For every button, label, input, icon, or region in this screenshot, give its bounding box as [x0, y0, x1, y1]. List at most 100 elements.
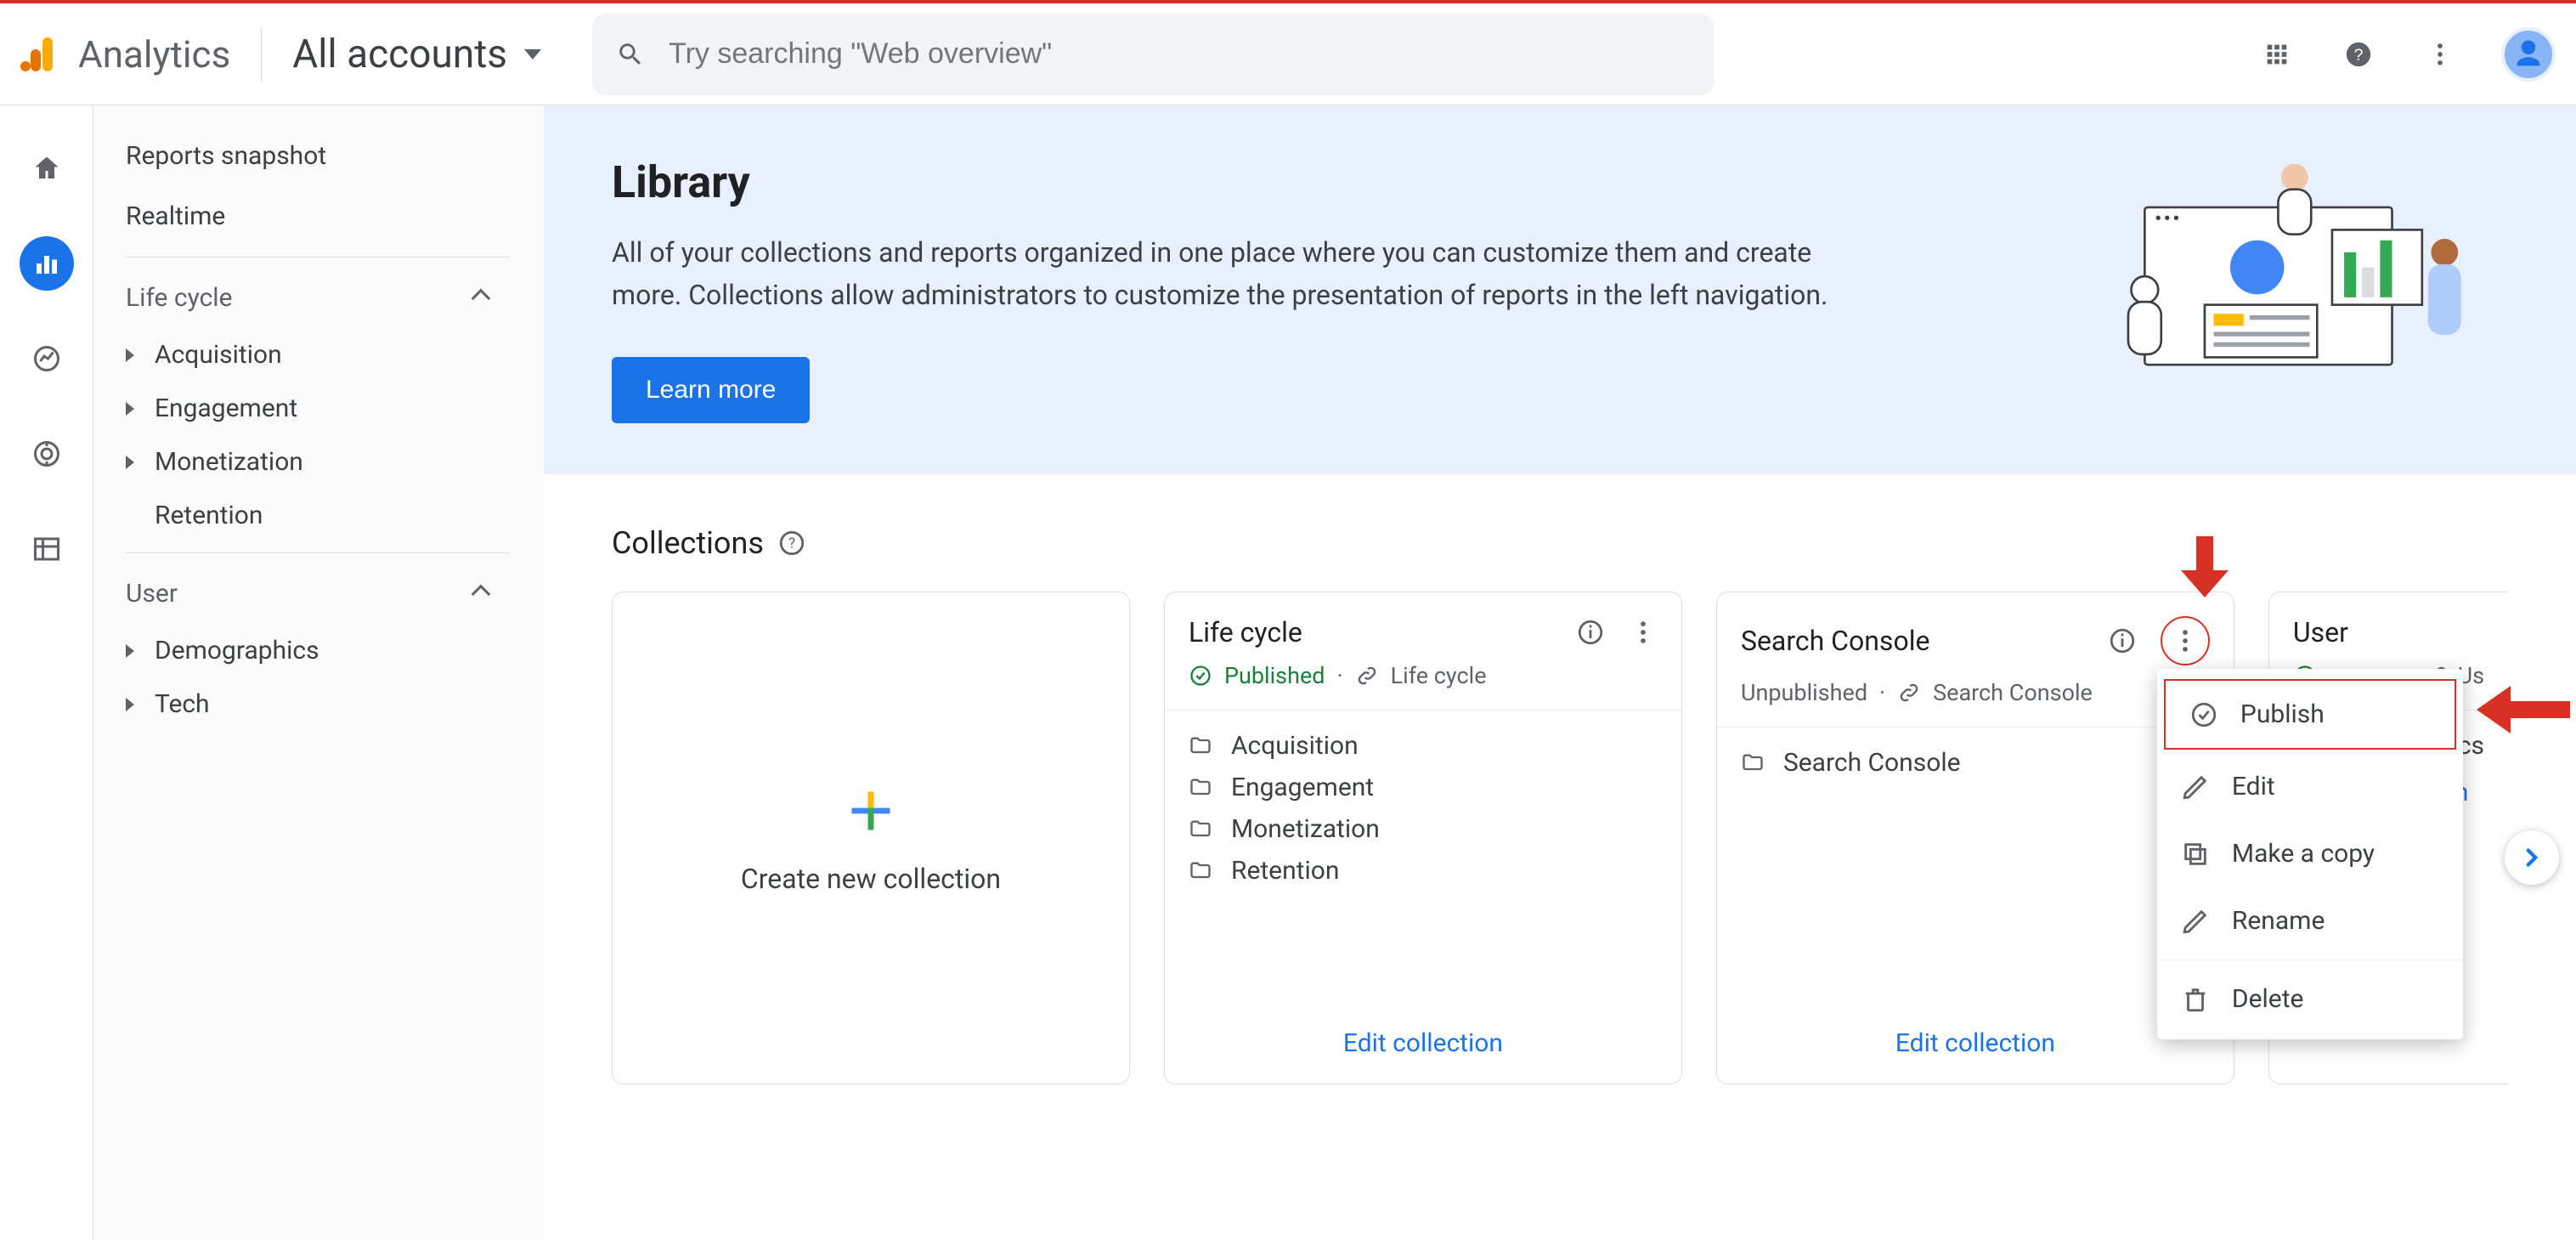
item-label: Monetization [1231, 814, 1380, 844]
sidebar-section-life-cycle[interactable]: Life cycle [110, 268, 510, 328]
help-icon: ? [2344, 40, 2373, 69]
folder-icon [1189, 734, 1212, 758]
edit-collection-link[interactable]: Edit collection [1895, 1028, 2055, 1058]
triangle-icon [126, 644, 134, 658]
link-icon [1897, 681, 1921, 705]
sidebar-item-tech[interactable]: Tech [110, 677, 510, 731]
pencil-icon [2181, 773, 2210, 801]
rail-explore[interactable] [20, 331, 74, 386]
menu-publish[interactable]: Publish [2166, 681, 2455, 748]
kebab-icon [2171, 626, 2200, 655]
sidebar-divider [126, 552, 510, 553]
chevron-up-icon [472, 584, 491, 603]
content: Library All of your collections and repo… [544, 105, 2576, 1240]
person-icon [2511, 37, 2545, 71]
card-status: Published [1224, 662, 1325, 689]
caret-down-icon [524, 49, 541, 59]
account-avatar[interactable] [2501, 27, 2556, 82]
search-input[interactable] [669, 37, 1690, 71]
info-icon[interactable] [2108, 626, 2137, 655]
rail-configure[interactable] [20, 522, 74, 576]
card-title: Search Console [1741, 625, 2098, 657]
card-context-menu: Publish Edit Make a copy [2157, 669, 2463, 1039]
home-icon [31, 153, 62, 184]
triangle-icon [126, 456, 134, 469]
sidebar: Reports snapshot Realtime Life cycle Acq… [93, 105, 544, 1240]
target-icon [31, 439, 62, 469]
menu-edit[interactable]: Edit [2157, 753, 2463, 820]
sidebar-item-label: Retention [155, 501, 263, 530]
menu-rename[interactable]: Rename [2157, 887, 2463, 954]
create-collection-card[interactable]: Create new collection [612, 592, 1130, 1084]
sidebar-item-acquisition[interactable]: Acquisition [110, 328, 510, 382]
collections-heading: Collections [612, 525, 764, 561]
folder-icon [1189, 859, 1212, 883]
more-button[interactable] [2420, 34, 2460, 75]
library-hero: Library All of your collections and repo… [544, 105, 2576, 474]
bar-chart-icon [31, 248, 62, 279]
menu-label: Edit [2232, 772, 2275, 801]
menu-delete[interactable]: Delete [2157, 965, 2463, 1033]
nav-rail [0, 105, 93, 1240]
sidebar-item-retention[interactable]: Retention [110, 489, 510, 542]
help-button[interactable]: ? [2338, 34, 2379, 75]
sidebar-item-engagement[interactable]: Engagement [110, 382, 510, 435]
triangle-icon [126, 348, 134, 362]
plus-icon [848, 788, 894, 834]
sidebar-section-user[interactable]: User [110, 563, 510, 624]
svg-text:?: ? [788, 535, 795, 552]
menu-label: Publish [2240, 699, 2325, 729]
scroll-next-button[interactable] [2505, 830, 2559, 885]
edit-collection-link[interactable]: Edit collection [1343, 1028, 1503, 1058]
collections-cards-row: Create new collection Life cycle Publish… [612, 592, 2508, 1084]
rail-home[interactable] [20, 141, 74, 195]
help-outline-icon[interactable]: ? [777, 529, 806, 558]
card-status: Unpublished [1741, 679, 1867, 706]
collection-item: Monetization [1189, 814, 1658, 844]
card-title: Life cycle [1189, 616, 1566, 648]
triangle-icon [126, 402, 134, 416]
collection-item: Search Console [1741, 748, 2210, 778]
item-label: Retention [1231, 856, 1339, 886]
sidebar-item-demographics[interactable]: Demographics [110, 624, 510, 677]
collection-item: Acquisition [1189, 731, 1658, 761]
learn-more-button[interactable]: Learn more [612, 357, 810, 423]
menu-label: Rename [2232, 906, 2325, 936]
triangle-icon [126, 698, 134, 711]
check-circle-outline-icon [2189, 700, 2218, 729]
kebab-icon [2426, 40, 2455, 69]
rail-advertising[interactable] [20, 427, 74, 481]
kebab-icon[interactable] [1629, 618, 1658, 647]
svg-text:?: ? [2353, 46, 2363, 65]
sidebar-section-label: Life cycle [126, 283, 233, 313]
hero-illustration [2066, 156, 2508, 423]
analytics-logo-icon [17, 34, 58, 75]
search-bar[interactable] [592, 14, 1714, 95]
account-picker[interactable]: All accounts [292, 31, 541, 77]
rail-reports[interactable] [20, 236, 74, 291]
sidebar-reports-snapshot[interactable]: Reports snapshot [110, 126, 510, 186]
item-label: Acquisition [1231, 731, 1359, 761]
info-icon[interactable] [1576, 618, 1605, 647]
collection-card-life-cycle: Life cycle Published · Life cycle [1164, 592, 1682, 1084]
pencil-icon [2181, 907, 2210, 936]
collection-item: Retention [1189, 856, 1658, 886]
annotation-arrow-left-icon [2477, 686, 2570, 733]
sidebar-item-label: Engagement [155, 394, 297, 423]
apps-button[interactable] [2257, 34, 2297, 75]
card-tag: Search Console [1933, 679, 2093, 706]
trend-icon [31, 343, 62, 374]
folder-icon [1741, 751, 1765, 775]
sidebar-realtime[interactable]: Realtime [110, 186, 510, 246]
check-circle-icon [1189, 664, 1212, 688]
topbar-actions: ? [2257, 27, 2556, 82]
hero-description: All of your collections and reports orga… [612, 232, 1852, 316]
product-brand[interactable]: Analytics [17, 27, 262, 82]
trash-icon [2181, 985, 2210, 1014]
sidebar-item-monetization[interactable]: Monetization [110, 435, 510, 489]
menu-make-a-copy[interactable]: Make a copy [2157, 820, 2463, 887]
card-more-button-highlighted[interactable] [2161, 616, 2210, 665]
sidebar-item-label: Tech [155, 689, 210, 719]
item-label: Search Console [1783, 748, 1961, 778]
collection-card-search-console: Search Console Unpublished · Search Cons… [1716, 592, 2234, 1084]
